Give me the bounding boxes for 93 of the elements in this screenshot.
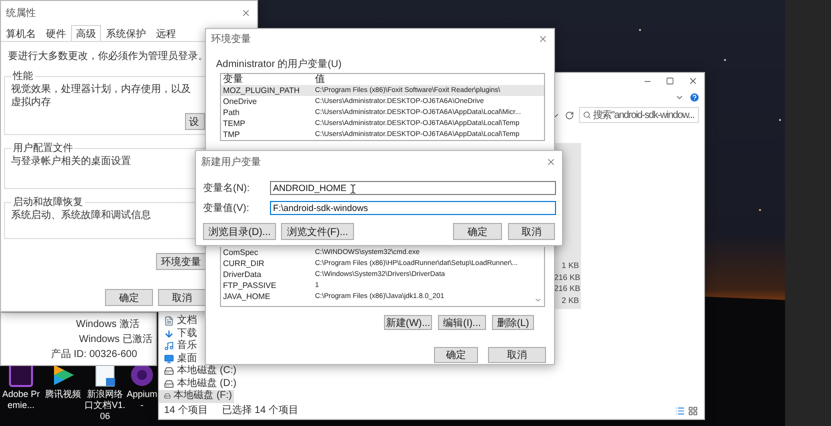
window-title: 统属性 [6,6,36,20]
delete-button[interactable]: 删除(L) [492,315,534,330]
column-header: 变量 [223,74,243,85]
navigation-item[interactable]: 下载 [159,328,199,340]
variable-name: TMP [223,129,240,140]
browse-directory-button[interactable]: 浏览目录(D)... [203,223,276,240]
new-button[interactable]: 新建(W)... [384,315,432,330]
edit-button[interactable]: 编辑(I)... [438,315,486,330]
tab[interactable]: 高级 [71,25,101,41]
variable-name: MOZ_PLUGIN_PATH [223,85,300,96]
variable-name: JAVA_HOME [223,291,270,302]
search-field[interactable]: 搜索"android-sdk-window... [579,107,699,123]
desktop-icon-label[interactable]: 腾讯视频 [42,389,84,400]
text-cursor-icon [348,184,358,194]
admin-note: 要进行大多数更改，你必须作为管理员登录。 [8,51,208,63]
column-header: 值 [315,74,325,85]
variable-name: ComSpec [223,247,258,258]
help-icon[interactable] [689,92,700,102]
file-size: 216 KB [554,284,581,295]
variable-name: OneDrive [223,96,257,107]
section-title: Windows 激活 [76,319,140,331]
group-title: 用户配置文件 [12,142,74,155]
refresh-icon[interactable] [565,110,574,120]
tab[interactable]: 远程 [151,25,181,41]
details-view-icon[interactable] [675,406,685,416]
input-field[interactable]: F:\android-sdk-windows [270,201,556,215]
variable-name: CURR_DIR [223,258,264,269]
maximize-icon[interactable] [666,77,674,85]
tab[interactable]: 硬件 [41,25,71,41]
environment-variables-button[interactable]: 环境变量 [156,253,206,270]
group-description: 系统启动、系统故障和调试信息 [11,209,152,222]
product-id: 产品 ID: 00326-600 [51,349,138,361]
navigation-item[interactable]: 本地磁盘 (F:) [159,390,234,402]
drive-icon [164,366,174,376]
settings-button[interactable]: 设 [185,113,205,130]
scroll-down-icon[interactable] [534,296,542,304]
desktop-icon-label[interactable]: Adobe Premie... [0,389,42,411]
navigation-label: 下载 [177,328,197,340]
file-size: 216 KB [554,272,581,284]
cancel-button[interactable]: 取消 [158,289,206,306]
drive-icon [164,391,171,402]
navigation-label: 文档 [177,315,197,328]
close-icon[interactable] [546,157,556,167]
navigation-label: 音乐 [177,340,197,352]
document-icon [164,316,174,326]
navigation-item[interactable]: 本地磁盘 (D:) [159,378,238,390]
navigation-label: 本地磁盘 (C:) [177,365,236,378]
search-icon [583,111,591,119]
desktop-icon [164,354,174,364]
cancel-button[interactable]: 取消 [508,223,555,240]
ok-button[interactable]: 确定 [434,347,478,363]
navigation-label: 本地磁盘 (F:) [174,390,232,402]
field-label: 变量名(N): [203,182,251,195]
close-icon[interactable] [538,34,548,44]
ok-button[interactable]: 确定 [453,223,502,240]
group-title: 启动和故障恢复 [12,196,84,209]
close-icon[interactable] [241,8,251,18]
tab[interactable]: 算机名 [1,25,41,41]
item-count: 14 个项目 [164,405,208,417]
input-field[interactable]: ANDROID_HOME [270,181,556,195]
navigation-item[interactable]: 文档 [159,315,199,328]
variable-name: Path [223,107,240,118]
music-note-icon [164,341,174,352]
navigation-item[interactable]: 音乐 [159,340,199,352]
variable-name: TEMP [223,118,246,129]
navigation-label: 桌面 [177,352,197,364]
tab[interactable]: 系统保护 [101,25,151,41]
close-icon[interactable] [688,76,698,86]
variable-name: DriverData [223,269,262,280]
video-editor-icon [9,363,33,387]
desktop-icon-label[interactable]: Appium- [126,389,158,411]
navigation-item[interactable]: 本地磁盘 (C:) [159,365,238,378]
tiles-view-icon[interactable] [688,406,698,416]
group-description: 与登录帐户相关的桌面设置 [11,155,132,168]
download-icon [164,328,174,339]
navigation-label: 本地磁盘 (D:) [177,378,236,390]
activation-status: Windows 已激活 [79,334,152,346]
drive-icon [164,378,174,389]
file-size: 1 KB [560,261,580,272]
browse-file-button[interactable]: 浏览文件(F)... [281,223,354,240]
section-title: Administrator 的用户变量(U) [216,59,342,71]
navigation-item[interactable]: 桌面 [159,352,199,365]
window-title: 环境变量 [211,32,251,46]
selection-count: 已选择 14 个项目 [222,405,299,417]
cancel-button[interactable]: 取消 [488,347,546,363]
ok-button[interactable]: 确定 [105,289,153,306]
desktop-icon-label[interactable]: 新浪网络口文档V1.06 [84,389,126,422]
variable-name: FTP_PASSIVE [223,280,276,291]
group-title: 性能 [12,70,34,83]
dialog-title: 新建用户变量 [201,156,261,169]
group-description: 视觉效果，处理器计划，内存使用，以及虚拟内存 [11,83,192,109]
field-label: 变量值(V): [203,202,250,215]
file-size: 2 KB [560,296,580,306]
